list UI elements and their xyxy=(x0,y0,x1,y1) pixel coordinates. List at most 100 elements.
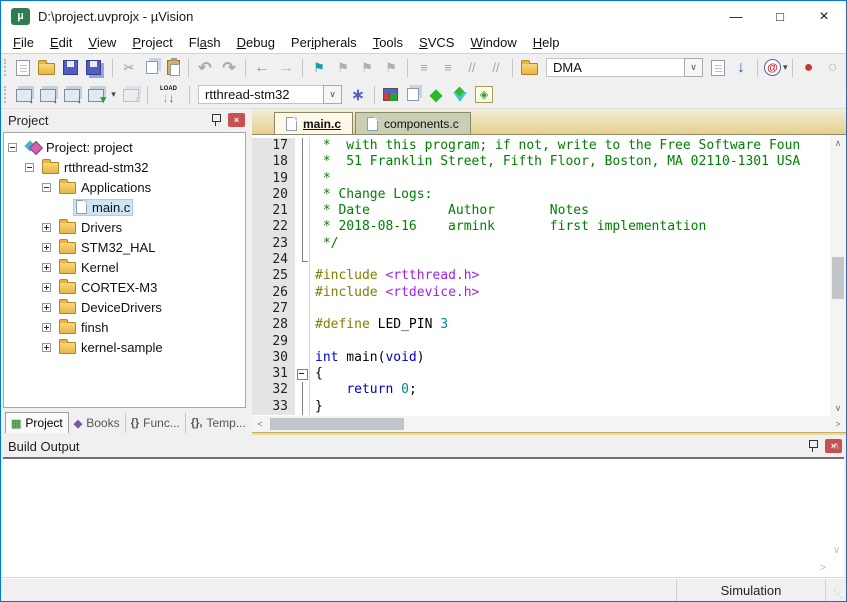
collapse-icon[interactable] xyxy=(8,143,17,152)
find-in-files-icon[interactable] xyxy=(521,63,538,75)
editor-vscrollbar[interactable]: ∧ ∨ xyxy=(830,135,846,416)
outdent-icon[interactable]: ≡ xyxy=(437,58,459,78)
project-tree[interactable]: Project: projectrtthread-stm32Applicatio… xyxy=(3,132,246,408)
scroll-down-icon[interactable]: ∨ xyxy=(830,400,846,416)
code-search-icon[interactable]: @ xyxy=(764,59,781,76)
tree-item-kernel[interactable]: Kernel xyxy=(4,257,245,277)
paste-icon[interactable] xyxy=(167,60,180,75)
find-icon[interactable] xyxy=(711,60,725,76)
scroll-left-icon[interactable]: < xyxy=(252,416,268,432)
scroll-right-icon[interactable]: > xyxy=(830,416,846,432)
navigate-back-icon[interactable]: ← xyxy=(251,58,273,78)
build-output-vscrollbar[interactable]: ∧ ∨ xyxy=(829,441,844,556)
pin-icon[interactable] xyxy=(807,439,818,453)
fold-collapse-icon[interactable] xyxy=(296,366,310,382)
expand-icon[interactable] xyxy=(42,303,51,312)
tree-item-drivers[interactable]: Drivers xyxy=(4,217,245,237)
search-combo-dropdown-icon[interactable]: ∨ xyxy=(684,58,703,77)
editor-tab-main-c[interactable]: main.c xyxy=(274,112,353,134)
translate-icon[interactable]: ↓ xyxy=(16,89,32,102)
menu-view[interactable]: View xyxy=(80,33,124,52)
expand-icon[interactable] xyxy=(42,323,51,332)
target-combo[interactable]: rtthread-stm32∨ xyxy=(198,85,342,104)
editor-tab-components-c[interactable]: components.c xyxy=(355,112,471,134)
maximize-button[interactable]: □ xyxy=(758,1,802,32)
pin-icon[interactable] xyxy=(210,113,221,127)
download-icon[interactable]: LOAD↓↓ xyxy=(155,84,182,105)
resize-grip-icon[interactable]: ⋱ xyxy=(826,579,846,601)
copy-icon[interactable] xyxy=(146,61,158,74)
insert-breakpoint-icon[interactable]: ● xyxy=(798,58,820,78)
manage-project-items-icon[interactable] xyxy=(383,88,398,101)
runtime-environment-icon[interactable]: ◈ xyxy=(475,86,493,103)
tree-item-cortex-m3[interactable]: CORTEX-M3 xyxy=(4,277,245,297)
menu-help[interactable]: Help xyxy=(525,33,568,52)
redo-icon[interactable]: ↷ xyxy=(218,58,240,78)
tree-item-main-c[interactable]: main.c xyxy=(4,197,245,217)
expand-icon[interactable] xyxy=(42,243,51,252)
tab-project[interactable]: ▦Project xyxy=(5,412,69,433)
expand-icon[interactable] xyxy=(42,223,51,232)
toolbar-grip[interactable] xyxy=(4,59,7,76)
menu-window[interactable]: Window xyxy=(462,33,524,52)
scroll-up-icon[interactable]: ∧ xyxy=(830,135,846,151)
new-file-icon[interactable] xyxy=(16,60,30,76)
menu-tools[interactable]: Tools xyxy=(365,33,411,52)
close-button[interactable]: × xyxy=(802,1,846,32)
clear-bookmarks-icon[interactable]: ⚑ xyxy=(380,58,402,78)
vscroll-thumb[interactable] xyxy=(832,257,844,299)
manage-books-icon[interactable] xyxy=(407,88,419,101)
menu-peripherals[interactable]: Peripherals xyxy=(283,33,365,52)
incremental-find-icon[interactable]: ↓ xyxy=(730,58,752,78)
tab-templates[interactable]: {},Temp... xyxy=(186,413,251,433)
build-output-content[interactable] xyxy=(3,457,844,578)
toggle-bookmark-icon[interactable]: ⚑ xyxy=(308,58,330,78)
tab-functions[interactable]: {}Func... xyxy=(126,413,186,433)
tree-item-devicedrivers[interactable]: DeviceDrivers xyxy=(4,297,245,317)
target-options-icon[interactable]: ∗ xyxy=(347,85,369,105)
tab-books[interactable]: ◆Books xyxy=(69,413,126,433)
scroll-down-icon[interactable]: ∨ xyxy=(833,545,840,556)
minimize-button[interactable]: — xyxy=(714,1,758,32)
navigate-forward-icon[interactable]: → xyxy=(275,58,297,78)
expand-icon[interactable] xyxy=(42,263,51,272)
open-file-icon[interactable] xyxy=(38,63,55,75)
code-area[interactable]: 17 * with this program; if not, write to… xyxy=(252,135,830,416)
software-packs-icon[interactable]: ◆ xyxy=(425,85,447,105)
cut-icon[interactable]: ✂ xyxy=(118,58,140,78)
editor-hscrollbar[interactable]: < > xyxy=(252,416,846,432)
prev-bookmark-icon[interactable]: ⚑ xyxy=(332,58,354,78)
disable-breakpoint-icon[interactable]: ○ xyxy=(822,58,844,78)
next-bookmark-icon[interactable]: ⚑ xyxy=(356,58,378,78)
indent-icon[interactable]: ≡ xyxy=(413,58,435,78)
scroll-right-icon[interactable]: > xyxy=(820,562,826,574)
save-all-icon[interactable] xyxy=(86,60,101,75)
rebuild-icon[interactable]: ↓ xyxy=(64,89,80,102)
project-panel-close-icon[interactable]: × xyxy=(228,113,245,127)
tree-item-stm32-hal[interactable]: STM32_HAL xyxy=(4,237,245,257)
undo-icon[interactable]: ↶ xyxy=(194,58,216,78)
batch-build-icon[interactable]: ▾ xyxy=(88,89,104,102)
collapse-icon[interactable] xyxy=(42,183,51,192)
expand-icon[interactable] xyxy=(42,283,51,292)
build-icon[interactable]: ↓ xyxy=(40,89,56,102)
search-combo[interactable]: DMA∨ xyxy=(546,58,703,77)
scroll-up-icon[interactable]: ∧ xyxy=(833,441,840,452)
tree-item-finsh[interactable]: finsh xyxy=(4,317,245,337)
tree-item-rtthread-stm32[interactable]: rtthread-stm32 xyxy=(4,157,245,177)
tree-item-project-project[interactable]: Project: project xyxy=(4,137,245,157)
tree-item-kernel-sample[interactable]: kernel-sample xyxy=(4,337,245,357)
menu-project[interactable]: Project xyxy=(124,33,180,52)
tree-item-applications[interactable]: Applications xyxy=(4,177,245,197)
save-icon[interactable] xyxy=(63,60,78,75)
select-packs-icon[interactable] xyxy=(453,92,467,102)
code-search-dropdown-icon[interactable]: ▾ xyxy=(783,58,788,78)
toolbar-grip[interactable] xyxy=(4,86,7,103)
hscroll-thumb[interactable] xyxy=(270,418,404,430)
menu-debug[interactable]: Debug xyxy=(229,33,283,52)
comment-icon[interactable]: // xyxy=(461,58,483,78)
menu-flash[interactable]: Flash xyxy=(181,33,229,52)
uncomment-icon[interactable]: // xyxy=(485,58,507,78)
menu-file[interactable]: File xyxy=(5,33,42,52)
menu-svcs[interactable]: SVCS xyxy=(411,33,462,52)
